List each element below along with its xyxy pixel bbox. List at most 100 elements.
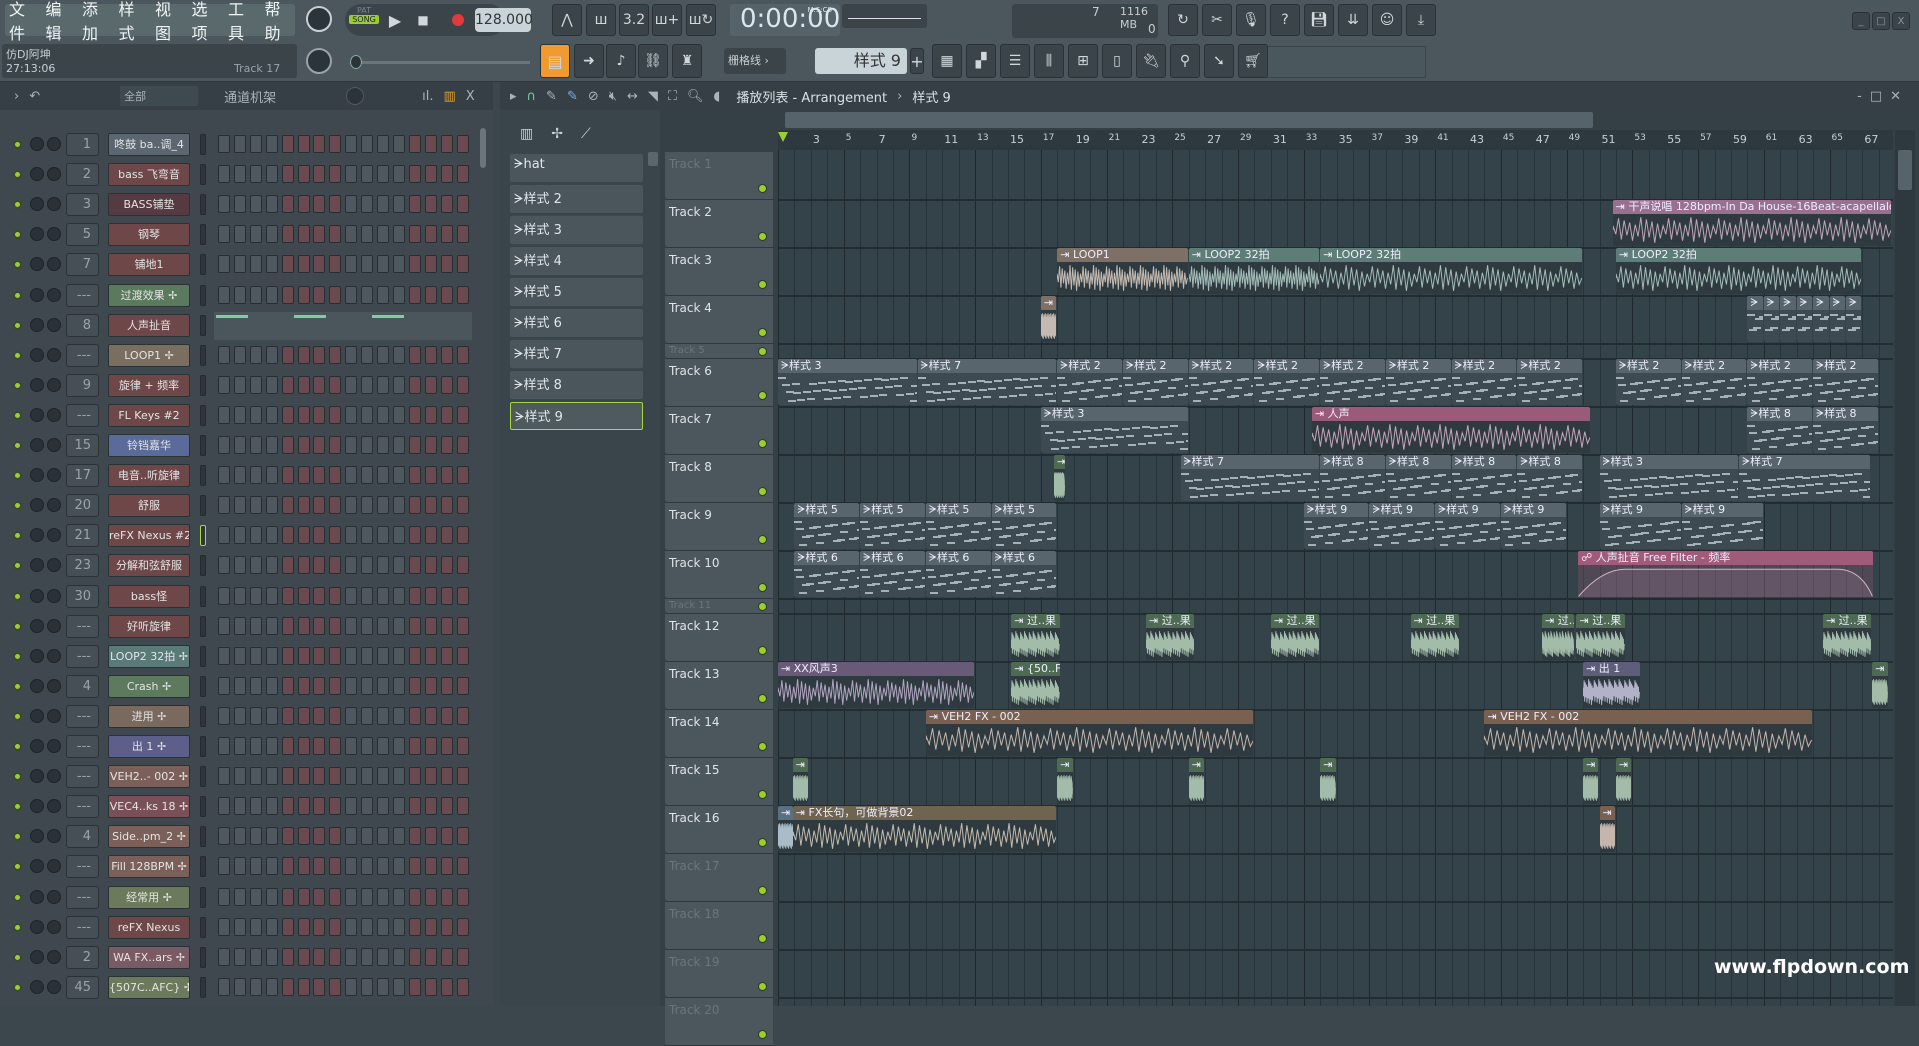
step-button[interactable] — [329, 947, 342, 966]
track-enable-led[interactable] — [758, 1030, 767, 1039]
step-button[interactable] — [408, 827, 421, 846]
step-button[interactable] — [313, 496, 326, 515]
automation-clip[interactable]: ☍ 人声扯音 Free Filter - 频率 — [1578, 551, 1873, 597]
channel-graph[interactable] — [214, 311, 472, 340]
channel-pan-knob[interactable] — [30, 618, 44, 633]
channel-pan-knob[interactable] — [30, 167, 44, 182]
minimize-button[interactable]: _ — [1852, 12, 1870, 30]
step-button[interactable] — [265, 526, 278, 545]
track-enable-led[interactable] — [758, 328, 767, 337]
step-button[interactable] — [218, 827, 230, 846]
channel-mute-led[interactable] — [13, 982, 22, 992]
step-button[interactable] — [297, 405, 310, 424]
track-enable-led[interactable] — [758, 487, 767, 496]
pattern-scrollbar[interactable] — [648, 152, 658, 166]
step-button[interactable] — [249, 135, 262, 153]
step-button[interactable] — [392, 827, 405, 846]
pattern-clip[interactable]: ᗒ样式 5 — [991, 503, 1057, 549]
step-button[interactable] — [281, 947, 294, 966]
channel-name-button[interactable]: 钢琴 — [108, 223, 190, 247]
menu-item[interactable]: 视图 — [155, 0, 186, 44]
step-button[interactable] — [329, 526, 342, 545]
track-enable-led[interactable] — [758, 934, 767, 943]
step-button[interactable] — [440, 165, 453, 184]
step-button[interactable] — [329, 345, 342, 364]
channel-pan-knob[interactable] — [30, 919, 44, 934]
track-enable-led[interactable] — [758, 280, 767, 289]
playhead-marker[interactable] — [778, 132, 788, 142]
next-icon[interactable]: ➜ — [574, 44, 604, 78]
step-button[interactable] — [329, 797, 342, 816]
step-button[interactable] — [392, 767, 405, 786]
step-button[interactable] — [329, 496, 342, 515]
vertical-scrollbar[interactable] — [1895, 130, 1915, 1006]
channel-pan-knob[interactable] — [30, 438, 44, 452]
link-icon[interactable]: ⛓ — [638, 44, 668, 78]
channel-mute-led[interactable] — [13, 621, 22, 631]
step-button[interactable] — [313, 255, 326, 274]
step-button[interactable] — [377, 827, 389, 846]
step-button[interactable] — [297, 676, 310, 695]
channel-select-indicator[interactable] — [200, 766, 206, 788]
step-button[interactable] — [233, 345, 246, 364]
step-button[interactable] — [218, 405, 230, 424]
step-button[interactable] — [265, 977, 278, 996]
step-button[interactable] — [313, 616, 326, 635]
step-button[interactable] — [408, 676, 421, 695]
mixer-track-number[interactable]: 1 — [66, 133, 99, 156]
step-button[interactable] — [345, 857, 358, 876]
channel-name-button[interactable]: LOOP2 32拍 ✢ — [108, 644, 190, 668]
step-button[interactable] — [265, 285, 278, 304]
step-button[interactable] — [249, 977, 262, 996]
track-enable-led[interactable] — [758, 535, 767, 544]
step-button[interactable] — [281, 285, 294, 304]
step-button[interactable] — [408, 977, 421, 996]
step-button[interactable] — [218, 737, 230, 755]
step-button[interactable] — [361, 225, 374, 244]
step-button[interactable] — [345, 887, 358, 906]
step-button[interactable] — [281, 556, 294, 575]
channel-volume-knob[interactable] — [47, 588, 61, 603]
step-button[interactable] — [281, 255, 294, 274]
step-button[interactable] — [392, 225, 405, 244]
step-button[interactable] — [361, 345, 374, 364]
step-button[interactable] — [249, 165, 262, 184]
channel-mute-led[interactable] — [13, 320, 22, 330]
step-button[interactable] — [424, 827, 437, 846]
channel-pan-knob[interactable] — [30, 799, 44, 814]
step-button[interactable] — [456, 375, 469, 394]
step-button[interactable] — [218, 857, 230, 876]
pattern-clip[interactable]: ᗒ样式 2 — [1254, 359, 1320, 405]
step-button[interactable] — [249, 526, 262, 545]
track-enable-led[interactable] — [758, 886, 767, 895]
step-button[interactable] — [392, 255, 405, 274]
step-button[interactable] — [233, 947, 246, 966]
channel-name-button[interactable]: 咚鼓 ba..调_4 — [108, 133, 190, 156]
step-button[interactable] — [361, 767, 374, 786]
step-button[interactable] — [313, 977, 326, 996]
step-button[interactable] — [456, 436, 469, 454]
step-button[interactable] — [233, 737, 246, 755]
mixer-track-number[interactable]: --- — [66, 644, 99, 668]
step-button[interactable] — [345, 285, 358, 304]
channel-pan-knob[interactable] — [30, 739, 44, 753]
step-button[interactable] — [281, 436, 294, 454]
channel-pan-knob[interactable] — [30, 377, 44, 392]
play-button[interactable]: ▶ — [382, 6, 408, 34]
mixer-track-number[interactable]: 9 — [66, 373, 99, 397]
pattern-clip[interactable]: ᗒ样式 2 — [1057, 359, 1123, 405]
channel-volume-knob[interactable] — [47, 769, 61, 784]
step-button[interactable] — [392, 616, 405, 635]
mixer-track-number[interactable]: 2 — [66, 945, 99, 969]
audio-clip[interactable]: ⇥ 过..果 — [1822, 614, 1872, 660]
pattern-clip[interactable]: ᗒ样式 8 — [1517, 455, 1583, 501]
step-button[interactable] — [392, 135, 405, 153]
mixer-track-number[interactable]: 4 — [66, 674, 99, 698]
step-button[interactable] — [408, 767, 421, 786]
step-button[interactable] — [456, 285, 469, 304]
channel-mute-led[interactable] — [13, 591, 22, 601]
pat-song-toggle[interactable]: PAT SONG — [349, 6, 379, 34]
step-button[interactable] — [424, 405, 437, 424]
download-icon[interactable]: ⤓ — [1406, 4, 1436, 36]
step-button[interactable] — [345, 496, 358, 515]
